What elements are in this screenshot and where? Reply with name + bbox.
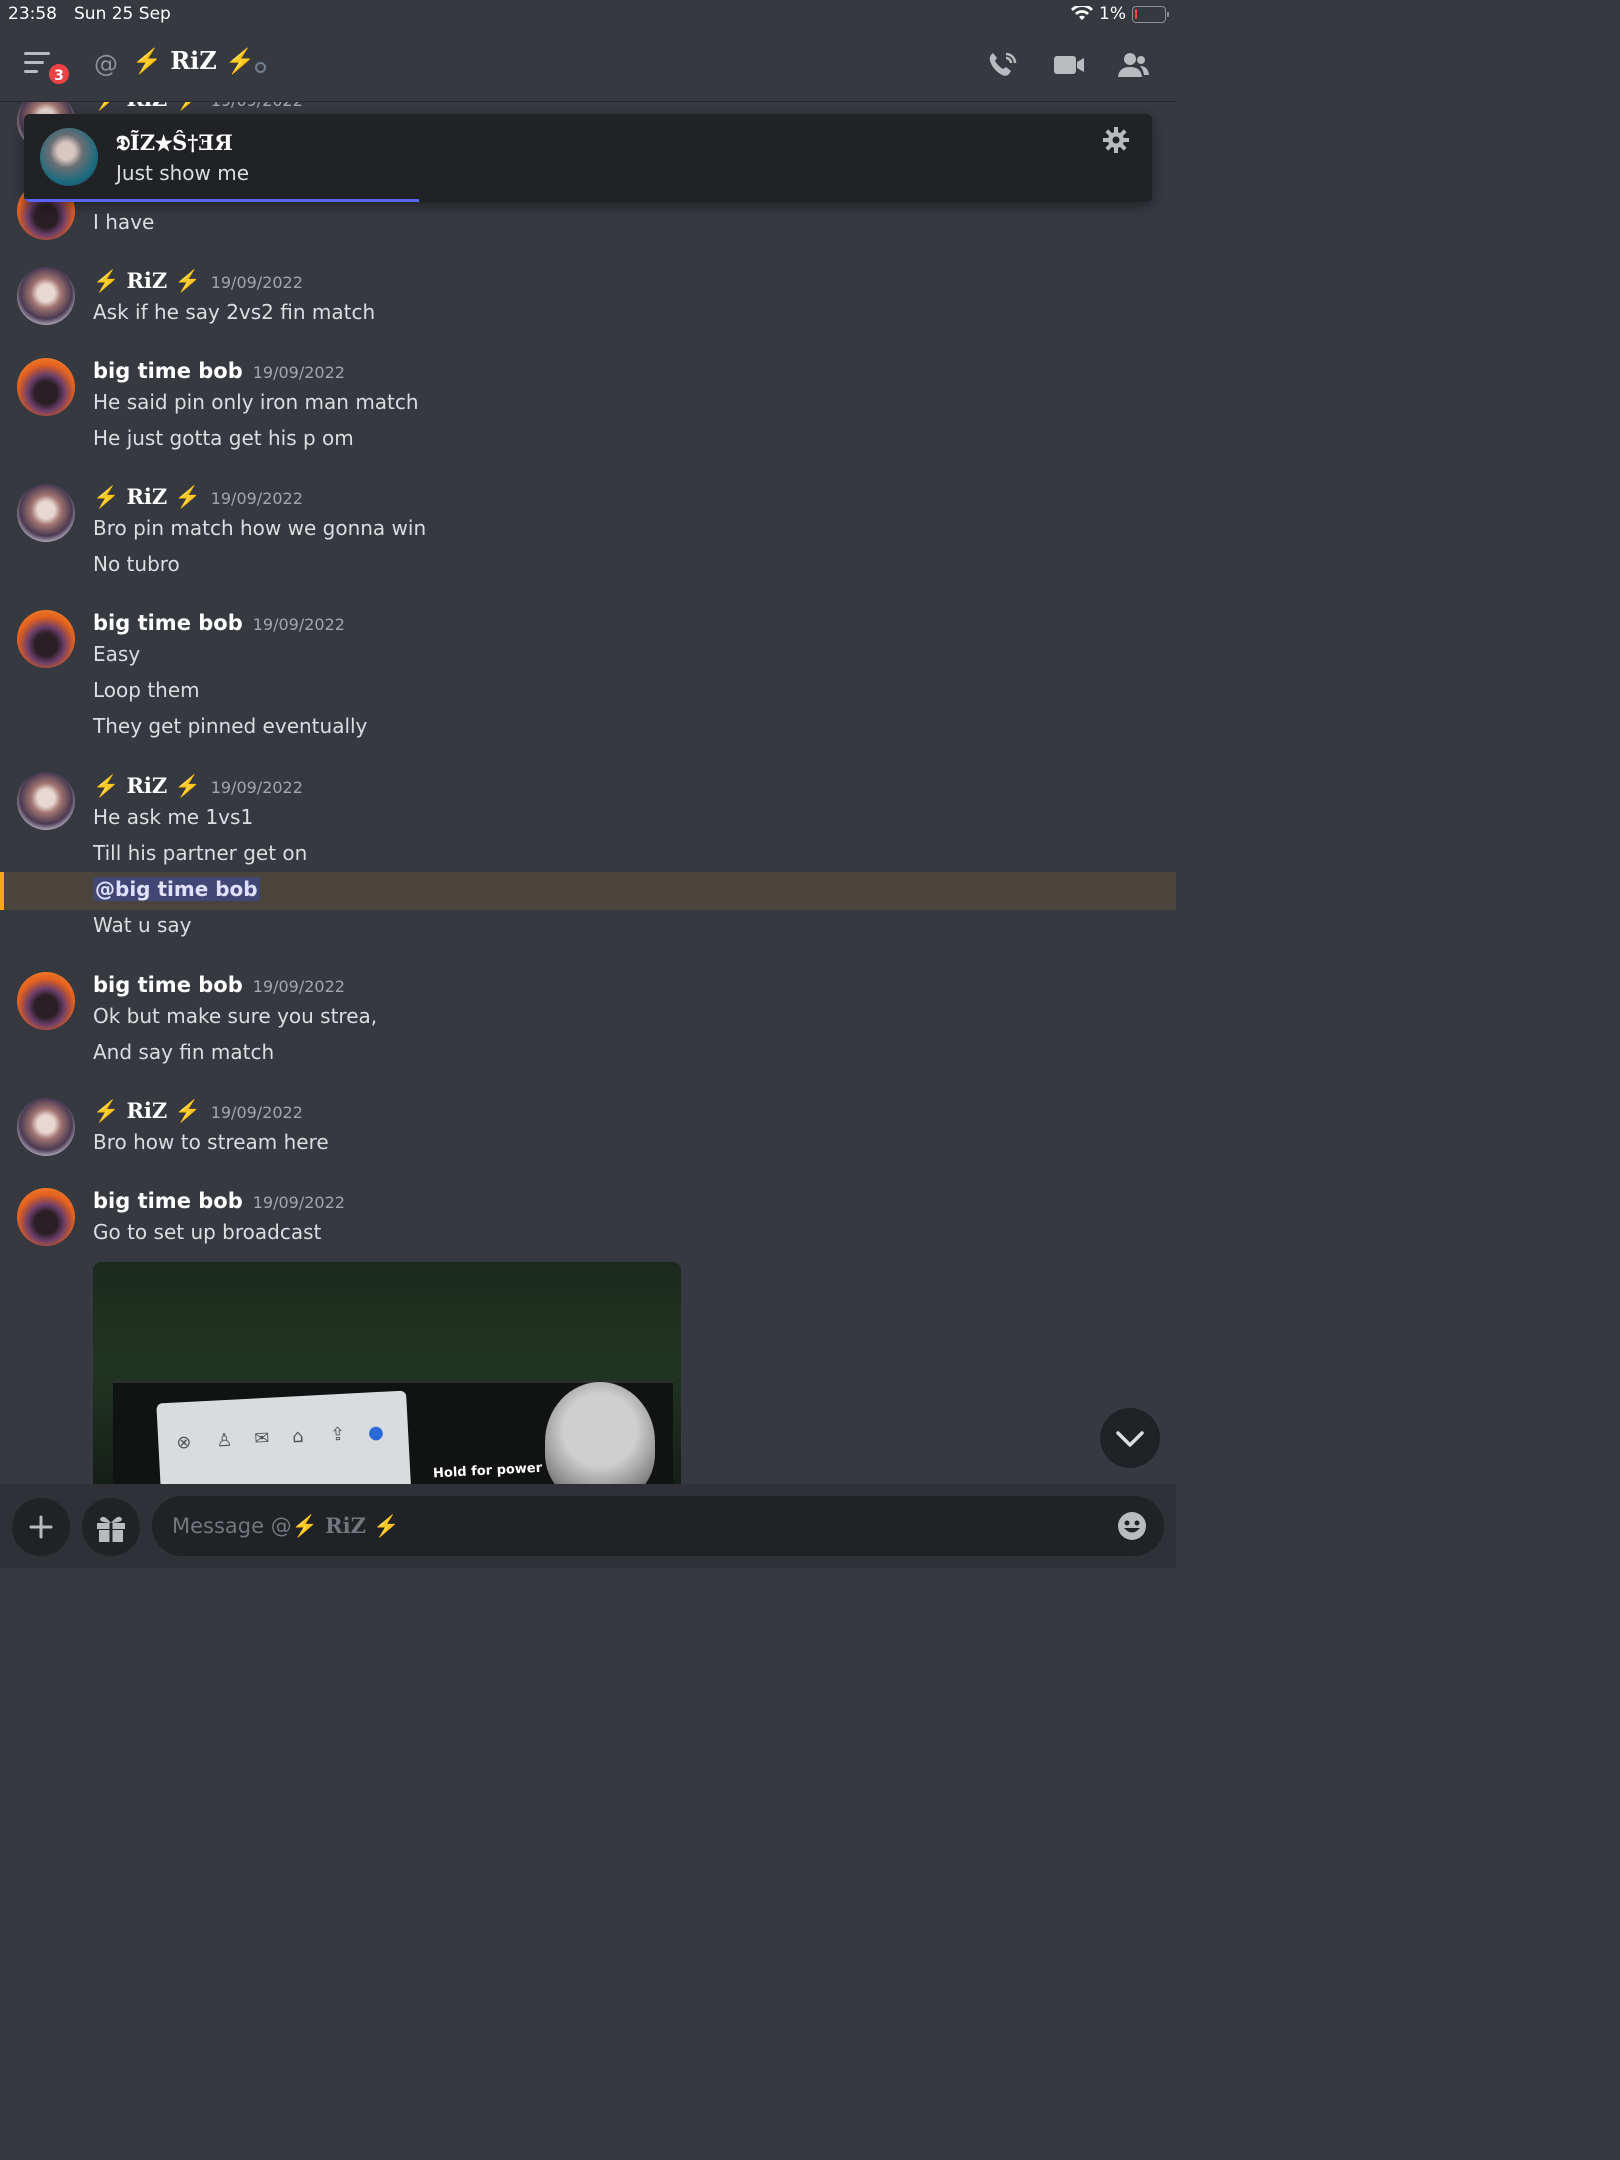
avatar[interactable] (17, 1188, 75, 1246)
gift-button[interactable] (82, 1498, 140, 1556)
status-time: 23:58 (8, 4, 57, 24)
message-text: Bro how to stream here (93, 1130, 329, 1154)
avatar[interactable] (17, 1098, 75, 1156)
message-text: Easy (93, 642, 141, 666)
user-mention[interactable]: @big time bob (93, 877, 260, 901)
xbox-guide-image: ⊗ ♙ ✉ ⌂ ⇪ ● (156, 1390, 412, 1484)
message-timestamp: 19/09/2022 (252, 615, 345, 634)
message-input-placeholder: Message @⚡ RiZ ⚡ (172, 1513, 400, 1538)
message-author[interactable]: ⚡ RiZ ⚡19/09/2022 (93, 1098, 303, 1124)
notification-title: 𝕯ĨZ★Ŝ†ƎЯ (116, 130, 233, 155)
members-icon[interactable] (1116, 50, 1150, 80)
message-timestamp: 19/09/2022 (252, 1193, 345, 1212)
message-text: Ok but make sure you strea, (93, 1004, 378, 1028)
people-icon: ♙ (215, 1429, 234, 1452)
notification-progress-bar (24, 199, 419, 202)
message-text: They get pinned eventually (93, 714, 368, 738)
message-list[interactable]: ⚡ RiZ ⚡19/09/2022 I have ⚡ RiZ ⚡19/09/20… (0, 102, 1176, 1484)
message-text: Ask if he say 2vs2 fin match (93, 300, 376, 324)
message-text: No tubro (93, 552, 180, 576)
battery-percent: 1% (1099, 4, 1126, 24)
status-indicators: 1% (1071, 4, 1169, 24)
message-text: He ask me 1vs1 (93, 805, 254, 829)
message-author[interactable]: big time bob 19/09/2022 (93, 611, 345, 635)
add-attachment-button[interactable] (12, 1498, 70, 1556)
avatar[interactable] (17, 772, 75, 830)
message-text: Till his partner get on (93, 841, 308, 865)
message-author[interactable]: big time bob 19/09/2022 (93, 359, 345, 383)
gift-icon (97, 1516, 125, 1542)
chevron-down-icon (1116, 1431, 1144, 1447)
voice-call-icon[interactable] (986, 50, 1020, 80)
avatar[interactable] (17, 610, 75, 668)
message-author[interactable]: big time bob 19/09/2022 (93, 973, 345, 997)
avatar[interactable] (17, 484, 75, 542)
message-text: Wat u say (93, 913, 192, 937)
message-text: He said pin only iron man match (93, 390, 419, 414)
at-icon: @ (94, 50, 118, 78)
message-text: I have (93, 210, 155, 234)
battery-icon (1132, 5, 1169, 23)
message-author[interactable]: ⚡ RiZ ⚡19/09/2022 (93, 268, 303, 294)
message-text: Bro pin match how we gonna win (93, 516, 427, 540)
message-timestamp: 19/09/2022 (210, 1103, 303, 1122)
avatar[interactable] (17, 267, 75, 325)
message-input[interactable]: Message @⚡ RiZ ⚡ (152, 1496, 1164, 1556)
message-text: Go to set up broadcast (93, 1220, 322, 1244)
message-timestamp: 19/09/2022 (211, 102, 303, 110)
message-author[interactable]: ⚡ RiZ ⚡19/09/2022 (93, 484, 303, 510)
video-call-icon[interactable] (1052, 50, 1086, 80)
message-timestamp: 19/09/2022 (252, 977, 345, 996)
message-text: Loop them (93, 678, 200, 702)
notification-body: Just show me (116, 161, 250, 185)
channel-header: 3 @ ⚡ RiZ ⚡ (0, 30, 1176, 102)
message-timestamp: 19/09/2022 (210, 778, 303, 797)
chat-icon: ✉ (253, 1427, 270, 1450)
share-icon: ⇪ (329, 1423, 346, 1446)
message-text: He just gotta get his p om (93, 426, 354, 450)
image-attachment[interactable]: ⊗ ♙ ✉ ⌂ ⇪ ● Hold for power options (93, 1262, 681, 1484)
controller-icon: ⌂ (291, 1425, 305, 1448)
wifi-icon (1071, 6, 1094, 20)
jump-to-latest-button[interactable] (1100, 1408, 1160, 1468)
notification-toast[interactable]: 𝕯ĨZ★Ŝ†ƎЯ Just show me (24, 114, 1152, 202)
profile-icon: ● (367, 1421, 385, 1444)
plus-icon (29, 1515, 53, 1539)
notification-badge: 3 (47, 62, 71, 86)
message-timestamp: 19/09/2022 (252, 363, 345, 382)
status-bar: 23:58 Sun 25 Sep 1% (0, 0, 1176, 30)
message-text: And say fin match (93, 1040, 275, 1064)
gear-icon[interactable] (1102, 126, 1130, 154)
message-author[interactable]: ⚡ RiZ ⚡19/09/2022 (93, 773, 303, 799)
message-timestamp: 19/09/2022 (210, 273, 303, 292)
message-timestamp: 19/09/2022 (210, 489, 303, 508)
avatar[interactable] (17, 972, 75, 1030)
avatar (40, 128, 98, 186)
page-title[interactable]: ⚡ RiZ ⚡ (132, 46, 255, 75)
xbox-icon: ⊗ (175, 1431, 193, 1454)
emoji-icon[interactable] (1116, 1510, 1148, 1542)
message-composer: Message @⚡ RiZ ⚡ (0, 1484, 1176, 1568)
message-author[interactable]: big time bob 19/09/2022 (93, 1189, 345, 1213)
status-date: Sun 25 Sep (74, 4, 171, 24)
message-author[interactable]: ⚡ RiZ ⚡19/09/2022 (93, 102, 303, 112)
avatar[interactable] (17, 358, 75, 416)
message-text: @big time bob (93, 877, 260, 901)
offline-status-icon (255, 62, 266, 73)
